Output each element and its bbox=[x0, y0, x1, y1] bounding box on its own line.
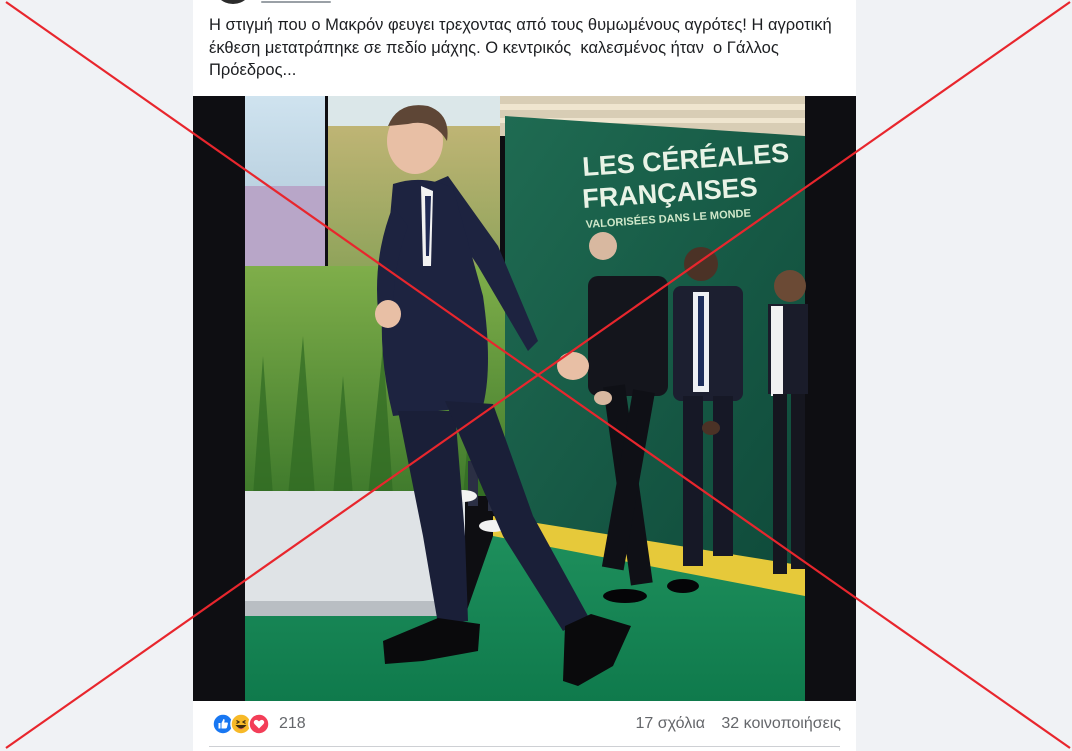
comments-count[interactable]: 17 σχόλια bbox=[636, 715, 705, 733]
reaction-icons[interactable] bbox=[212, 713, 274, 735]
page: Η στιγμή που ο Μακρόν φευγει τρεχοντας α… bbox=[0, 0, 1072, 751]
post-card: Η στιγμή που ο Μακρόν φευγει τρεχοντας α… bbox=[193, 0, 856, 751]
post-header bbox=[213, 0, 813, 8]
fist bbox=[375, 300, 401, 328]
author-name-fragment[interactable] bbox=[261, 1, 331, 3]
left-dark-band bbox=[193, 96, 245, 701]
post-photo[interactable]: LES CÉRÉALES FRANÇAISES VALORISÉES DANS … bbox=[193, 96, 856, 701]
like-icon bbox=[212, 713, 234, 735]
reactions-bar: 218 17 σχόλια 32 κοινοποιήσεις bbox=[209, 703, 841, 743]
haha-icon bbox=[230, 713, 252, 735]
right-dark-band bbox=[805, 96, 856, 701]
post-text: Η στιγμή που ο Μακρόν φευγει τρεχοντας α… bbox=[209, 16, 837, 79]
photo-illustration: LES CÉRÉALES FRANÇAISES VALORISÉES DANS … bbox=[193, 96, 856, 701]
shares-count[interactable]: 32 κοινοποιήσεις bbox=[721, 715, 841, 733]
avatar[interactable] bbox=[213, 0, 253, 4]
reaction-count[interactable]: 218 bbox=[279, 715, 306, 733]
divider bbox=[209, 746, 840, 747]
love-icon bbox=[248, 713, 270, 735]
